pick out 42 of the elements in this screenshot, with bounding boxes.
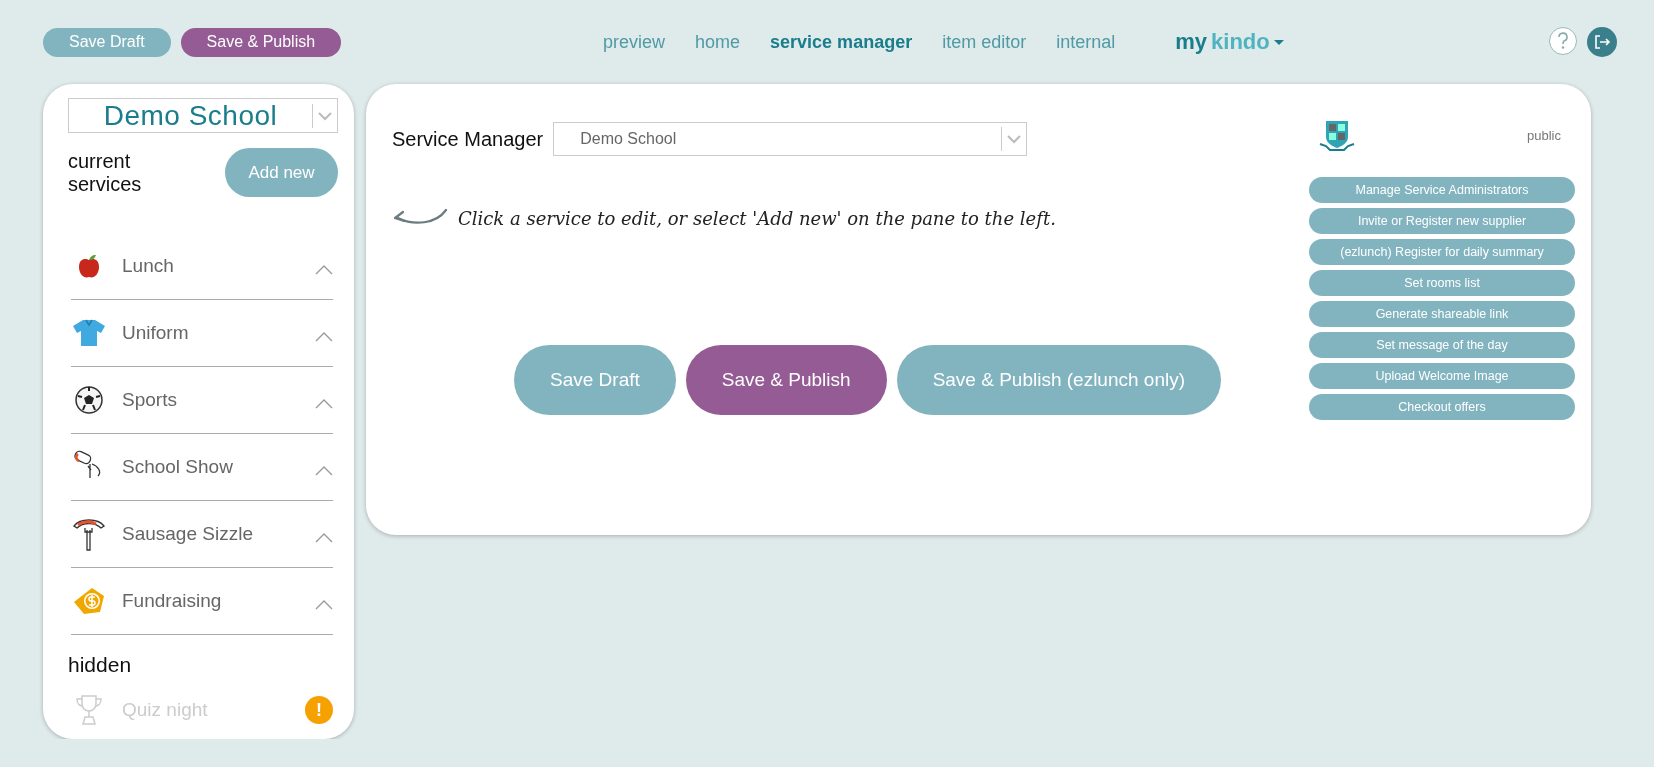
publish-button[interactable]: Save & Publish — [685, 345, 887, 415]
nav-link[interactable]: item editor — [942, 31, 1027, 53]
action-button[interactable]: Manage Service Administrators — [1309, 177, 1575, 203]
visibility-label: public — [1527, 127, 1561, 143]
action-button[interactable]: Set rooms list — [1309, 270, 1575, 296]
coin-icon — [71, 586, 107, 616]
section-heading: hidden — [68, 653, 133, 677]
add-new-button[interactable]: Add new — [225, 148, 338, 197]
nav-link[interactable]: preview — [603, 31, 666, 53]
shirt-icon — [71, 319, 107, 347]
school-select[interactable]: Demo School — [68, 98, 338, 133]
service-item[interactable]: Uniform — [122, 322, 315, 344]
section-heading: current services — [68, 149, 143, 196]
action-button[interactable]: Upload Welcome Image — [1309, 363, 1575, 389]
service-item[interactable]: Sausage Sizzle — [122, 523, 315, 545]
service-item[interactable]: School Show — [122, 456, 315, 478]
save-button[interactable]: Save & Publish (ezlunch only) — [896, 345, 1222, 415]
action-button[interactable]: Checkout offers — [1309, 394, 1575, 420]
chevron-down-icon[interactable] — [317, 110, 333, 121]
service-item[interactable]: Fundraising — [122, 590, 315, 612]
nav-link[interactable]: internal — [1056, 31, 1116, 53]
logout-icon[interactable] — [1587, 27, 1617, 57]
action-button[interactable]: Invite or Register new supplier — [1309, 208, 1575, 234]
brand-logo[interactable]: my kindo — [1175, 29, 1284, 55]
school-crest-icon — [1319, 118, 1355, 152]
chevron-down-icon[interactable] — [1006, 134, 1023, 144]
warning-badge: ! — [305, 696, 333, 724]
action-button[interactable]: Generate shareable link — [1309, 301, 1575, 327]
action-button[interactable]: Set message of the day — [1309, 332, 1575, 358]
action-button[interactable]: (ezlunch) Register for daily summary — [1309, 239, 1575, 265]
service-item[interactable]: Sports — [122, 389, 315, 411]
page-title: Service Manager — [392, 127, 544, 151]
save-button[interactable]: Save Draft — [514, 345, 676, 415]
nav-link[interactable]: home — [695, 31, 741, 53]
hint-text: Click a service to edit, or select 'Add new' on the pane to the left. — [458, 207, 1056, 229]
nav-link[interactable]: service manager — [770, 31, 913, 53]
save-draft-button[interactable]: Save Draft — [43, 27, 171, 57]
sausage-fork-icon — [71, 516, 107, 552]
publish-button[interactable]: Save & Publish — [180, 27, 342, 57]
service-item[interactable]: Lunch — [122, 255, 315, 277]
help-icon[interactable] — [1549, 27, 1577, 55]
service-select[interactable]: Demo School — [553, 122, 1028, 156]
